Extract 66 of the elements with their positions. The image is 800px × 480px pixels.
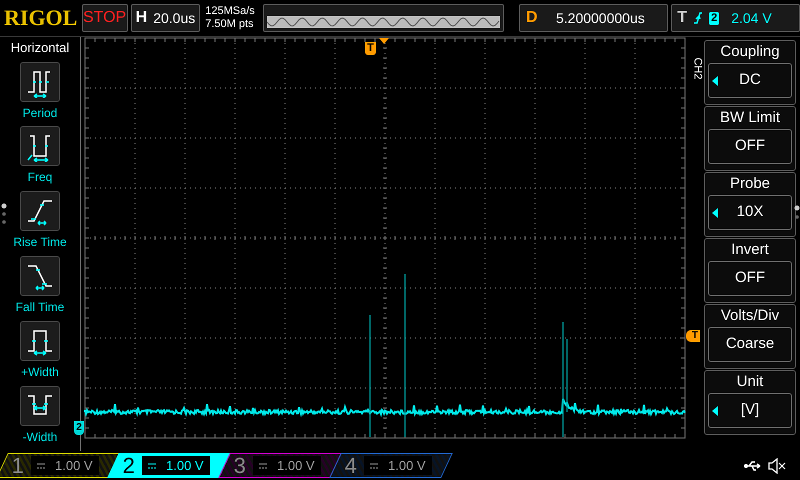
softkey-value: 10X: [736, 202, 764, 222]
measure-label: Rise Time: [13, 234, 67, 252]
channel-tab[interactable]: 2 1.00 V: [107, 453, 231, 478]
softkey-value: OFF: [735, 136, 765, 156]
channel-label: CH2: [692, 58, 702, 80]
softkey-value: OFF: [735, 268, 765, 288]
trigger-source: 2: [709, 12, 720, 24]
menu-softkey[interactable]: Coupling DC: [704, 40, 796, 105]
channel-offset-marker[interactable]: 2: [74, 421, 84, 435]
menu-softkey[interactable]: Probe 10X: [704, 172, 796, 237]
trigger-panel[interactable]: T 2 2.04 V: [671, 4, 800, 32]
menu-title: Horizontal: [10, 39, 70, 57]
dc-coupling-icon: [37, 462, 45, 468]
menu-softkey[interactable]: BW Limit OFF: [704, 106, 796, 171]
memory-depth: 7.50M pts: [205, 18, 255, 31]
trigger-position-marker[interactable]: T: [365, 42, 376, 55]
menu-softkey[interactable]: Invert OFF: [704, 238, 796, 303]
adjust-arrow-icon: [712, 76, 718, 86]
softkey-value: [V]: [740, 400, 760, 420]
measure-label: -Width: [22, 429, 58, 446]
mute-icon[interactable]: [768, 458, 786, 474]
softkey-title: Volts/Div: [720, 306, 780, 326]
measure-label: +Width: [21, 364, 59, 382]
measure-button[interactable]: [20, 62, 60, 102]
dc-coupling-icon: [370, 462, 378, 468]
channel-tab[interactable]: 3 1.00 V: [218, 453, 342, 478]
adjust-arrow-icon: [712, 208, 718, 218]
measure-button[interactable]: [20, 321, 60, 362]
menu-softkey[interactable]: Unit [V]: [704, 370, 796, 435]
measure-label: Fall Time: [16, 299, 64, 316]
channel-tab[interactable]: 1 1.00 V: [0, 453, 120, 478]
timebase-value: 20.0us: [153, 8, 196, 28]
measure-button[interactable]: [20, 256, 60, 296]
delay-value: 5.20000000us: [556, 8, 645, 28]
measure-label: Period: [22, 104, 58, 122]
rising-edge-icon: [693, 11, 704, 25]
dc-coupling-icon: [148, 462, 156, 468]
measure-label: Freq: [28, 169, 52, 186]
measure-button[interactable]: [20, 126, 60, 166]
delay-label: D: [526, 8, 539, 28]
trigger-label: T: [677, 8, 688, 28]
menu-softkey[interactable]: Volts/Div Coarse: [704, 304, 796, 369]
measure-button[interactable]: [20, 191, 60, 232]
softkey-title: BW Limit: [720, 108, 780, 128]
brand-logo: RIGOL: [3, 7, 78, 29]
softkey-value: DC: [739, 70, 761, 90]
page-indicator: [794, 205, 800, 221]
trigger-level: 2.04 V: [730, 8, 772, 28]
softkey-title: Coupling: [720, 42, 780, 62]
delay-panel[interactable]: D 5.20000000us: [518, 4, 668, 32]
dc-coupling-icon: [259, 462, 267, 468]
softkey-title: Unit: [736, 372, 764, 392]
sample-rate: 125MSa/s: [205, 5, 256, 18]
timebase-panel[interactable]: H 20.0us: [130, 4, 200, 32]
softkey-value: Coarse: [726, 334, 774, 354]
softkey-title: Probe: [730, 174, 770, 194]
usb-icon: [744, 460, 762, 470]
timebase-label: H: [136, 8, 148, 28]
adjust-arrow-icon: [712, 406, 718, 416]
channel-tab[interactable]: 4 1.00 V: [329, 453, 453, 478]
page-indicator: [1, 203, 7, 225]
trigger-time-pointer: [379, 38, 389, 44]
trigger-level-marker[interactable]: T: [686, 330, 700, 342]
softkey-title: Invert: [731, 240, 769, 260]
measure-button[interactable]: [20, 386, 60, 426]
run-state-button[interactable]: STOP: [82, 4, 128, 32]
